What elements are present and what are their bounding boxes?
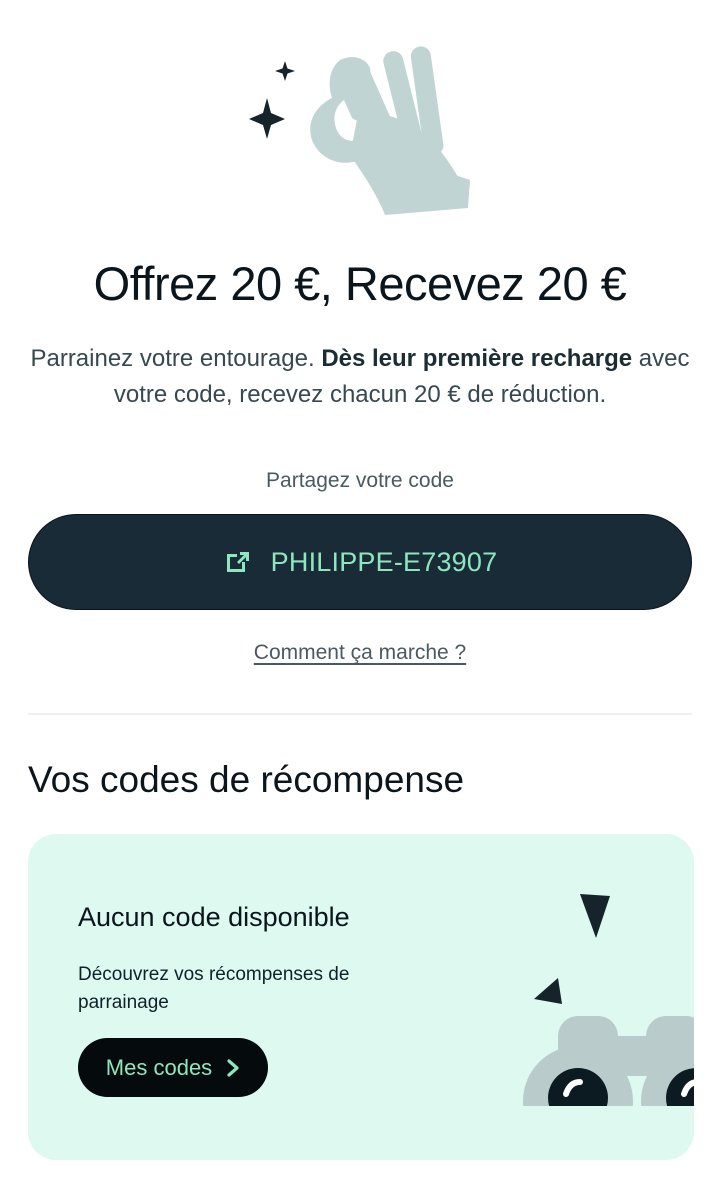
description-bold: Dès leur première recharge	[321, 345, 633, 372]
page-title: Offrez 20 €, Recevez 20 €	[93, 257, 627, 310]
rewards-section-title: Vos codes de récompense	[28, 759, 465, 800]
my-codes-label: Mes codes	[105, 1054, 213, 1080]
reward-codes-card: Aucun code disponible Découvrez vos réco…	[28, 834, 694, 1160]
referral-description: Parrainez votre entourage. Dès leur prem…	[20, 341, 700, 413]
share-code-button[interactable]: PHILIPPE-E73907	[28, 514, 692, 610]
section-divider	[28, 713, 692, 715]
chevron-right-icon	[226, 1058, 240, 1077]
ok-hand-sparkles-icon	[240, 40, 480, 225]
share-external-icon	[223, 548, 251, 576]
referral-code: PHILIPPE-E73907	[270, 546, 498, 577]
how-it-works-link[interactable]: Comment ça marche ?	[254, 641, 466, 664]
card-text: Découvrez vos récompenses de parrainage	[78, 964, 350, 1013]
my-codes-button[interactable]: Mes codes	[78, 1038, 268, 1097]
description-text-1: Parrainez votre entourage.	[30, 345, 322, 372]
how-it-works-row: Comment ça marche ?	[0, 641, 720, 665]
share-code-label: Partagez votre code	[266, 469, 454, 492]
binoculars-icon	[518, 886, 694, 1156]
card-title: Aucun code disponible	[78, 902, 350, 932]
